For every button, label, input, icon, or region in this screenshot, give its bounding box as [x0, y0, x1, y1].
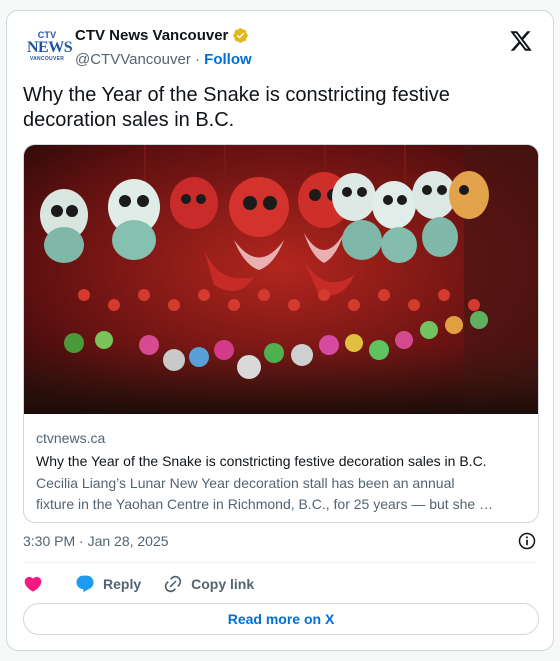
read-more-button[interactable]: Read more on X [23, 603, 539, 635]
post-header: CTV NEWS VANCOUVER CTV News Vancouver @C… [27, 27, 537, 71]
actions-divider [23, 562, 537, 563]
reply-button[interactable]: Reply [75, 574, 141, 594]
embedded-post-card: CTV NEWS VANCOUVER CTV News Vancouver @C… [6, 10, 554, 651]
link-preview-card[interactable]: ctvnews.ca Why the Year of the Snake is … [23, 144, 539, 523]
follow-button[interactable]: Follow [204, 51, 252, 68]
author-handle[interactable]: @CTVVancouver [75, 51, 191, 68]
author-name[interactable]: CTV News Vancouver [75, 27, 228, 44]
link-description-line1: Cecilia Liang’s Lunar New Year decoratio… [36, 475, 455, 491]
reply-bubble-icon [76, 575, 94, 593]
like-button[interactable] [23, 574, 43, 594]
info-icon[interactable] [517, 531, 537, 551]
copy-link-button[interactable]: Copy link [163, 574, 254, 594]
link-description-line2: fixture in the Yaohan Centre in Richmond… [36, 496, 494, 512]
author-handle-row: @CTVVancouver · Follow [75, 51, 252, 68]
link-preview-meta: ctvnews.ca Why the Year of the Snake is … [36, 429, 526, 515]
link-icon [164, 575, 182, 593]
reply-label: Reply [103, 576, 142, 592]
copy-link-label: Copy link [191, 576, 255, 592]
author-name-row: CTV News Vancouver [75, 27, 249, 44]
avatar-logo-line3: VANCOUVER [29, 56, 65, 62]
post-text: Why the Year of the Snake is constrictin… [23, 84, 450, 131]
link-preview-image [24, 145, 538, 414]
link-description: Cecilia Liang’s Lunar New Year decoratio… [36, 473, 526, 515]
heart-icon [24, 576, 42, 592]
avatar-logo-line2: NEWS [27, 39, 73, 56]
handle-separator: · [195, 51, 200, 68]
link-title: Why the Year of the Snake is constrictin… [36, 453, 487, 469]
ctv-news-avatar[interactable]: CTV NEWS VANCOUVER [27, 31, 73, 67]
link-domain: ctvnews.ca [36, 430, 106, 446]
x-logo-icon[interactable] [509, 29, 533, 53]
post-timestamp[interactable]: 3:30 PM · Jan 28, 2025 [23, 533, 169, 549]
post-actions: Reply Copy link [23, 571, 254, 597]
verified-badge-icon [233, 28, 249, 43]
